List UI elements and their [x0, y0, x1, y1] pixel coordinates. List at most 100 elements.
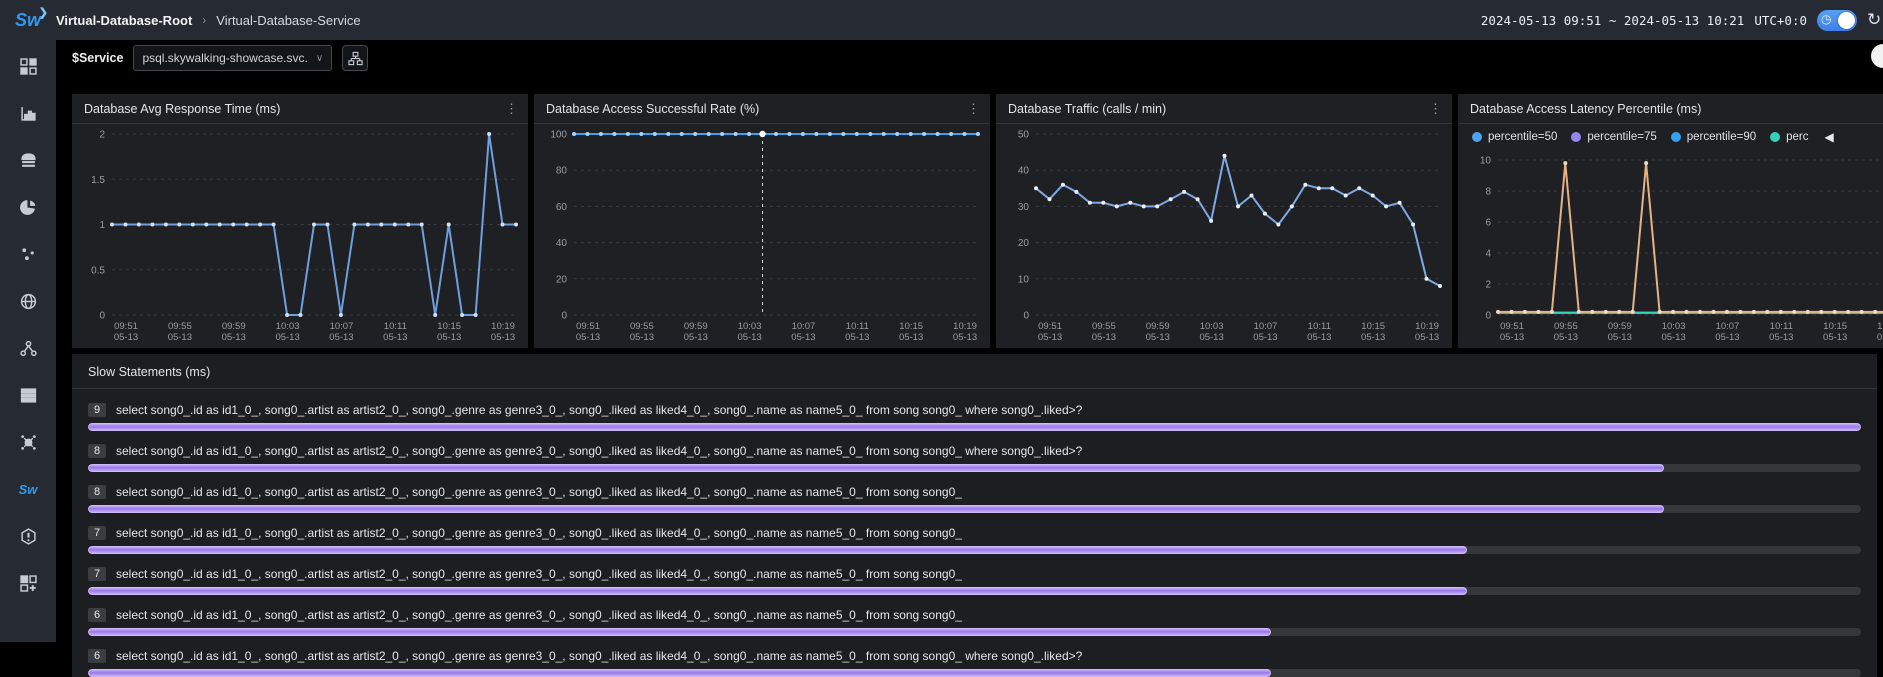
slow-statement-row[interactable]: 6select song0_.id as id1_0_, song0_.arti…	[88, 645, 1861, 677]
chart-avg-response-time[interactable]: 00.511.5209:5105-1309:5505-1309:5905-131…	[72, 124, 528, 347]
svg-text:10:15: 10:15	[437, 321, 461, 332]
sidebar-item-pie[interactable]	[18, 197, 38, 217]
duration-bar-track	[88, 464, 1861, 472]
sidebar-item-skywalking-active[interactable]: Sw	[18, 479, 38, 499]
sidebar-item-database[interactable]	[18, 150, 38, 170]
svg-text:10:19: 10:19	[1877, 321, 1883, 332]
svg-text:05-13: 05-13	[1554, 332, 1578, 343]
breadcrumb: Virtual-Database-Root › Virtual-Database…	[56, 13, 361, 28]
sidebar-item-sampling[interactable]	[18, 244, 38, 264]
skywalking-logo[interactable]: Sw❯	[0, 10, 56, 31]
chart-traffic[interactable]: 0102030405009:5105-1309:5505-1309:5905-1…	[996, 124, 1452, 347]
svg-text:10:11: 10:11	[1770, 321, 1793, 332]
svg-text:10:07: 10:07	[330, 321, 354, 332]
breadcrumb-root[interactable]: Virtual-Database-Root	[56, 13, 192, 28]
legend-item[interactable]: perc	[1770, 131, 1808, 143]
svg-text:05-13: 05-13	[1253, 332, 1277, 343]
svg-text:8: 8	[1485, 187, 1491, 198]
scatter-dots-icon	[20, 246, 37, 263]
legend-item[interactable]: percentile=75	[1571, 131, 1656, 143]
skywalking-icon: Sw	[19, 482, 38, 497]
duration-bar-track	[88, 587, 1861, 595]
chart-success-rate[interactable]: 02040608010009:5105-1309:5505-1309:5905-…	[534, 124, 990, 347]
svg-text:05-13: 05-13	[1199, 332, 1223, 343]
latency-legend: percentile=50 percentile=75 percentile=90 p…	[1458, 124, 1883, 150]
legend-item[interactable]: percentile=50	[1472, 131, 1557, 143]
database-icon	[20, 152, 37, 169]
time-range[interactable]: 2024-05-13 09:51 ~ 2024-05-13 10:21	[1481, 13, 1744, 28]
service-select[interactable]: psql.skywalking-showcase.svc. ∨	[133, 45, 332, 71]
duration-bar-track	[88, 546, 1861, 554]
panel-traffic: Database Traffic (calls / min) ⋮ 01020304…	[996, 94, 1452, 348]
duration-badge: 7	[88, 526, 106, 540]
sidebar-item-new-dashboard[interactable]	[18, 573, 38, 593]
floating-button[interactable]	[1871, 44, 1883, 68]
duration-badge: 6	[88, 608, 106, 622]
slow-statement-row[interactable]: 9select song0_.id as id1_0_, song0_.arti…	[88, 399, 1861, 431]
svg-text:0: 0	[99, 311, 105, 322]
svg-text:09:55: 09:55	[168, 321, 192, 332]
duration-bar-track	[88, 669, 1861, 677]
chart-latency-percentile[interactable]: 024681009:5105-1309:5505-1309:5905-1310:…	[1458, 150, 1883, 347]
breadcrumb-current: Virtual-Database-Service	[216, 13, 360, 28]
svg-text:05-13: 05-13	[1415, 332, 1439, 343]
slow-statement-row[interactable]: 8select song0_.id as id1_0_, song0_.arti…	[88, 440, 1861, 472]
sidebar-item-alarm[interactable]	[18, 526, 38, 546]
svg-text:05-13: 05-13	[791, 332, 815, 343]
svg-text:1: 1	[99, 220, 105, 231]
utc-toggle[interactable]: ◷	[1817, 10, 1857, 31]
panel-title: Database Access Successful Rate (%)	[546, 102, 759, 116]
mesh-network-icon	[20, 434, 37, 451]
svg-text:2: 2	[1485, 280, 1491, 291]
svg-text:10:15: 10:15	[1823, 321, 1847, 332]
legend-prev-icon[interactable]: ◀	[1825, 130, 1834, 144]
panel-title: Database Traffic (calls / min)	[1008, 102, 1166, 116]
sidebar-item-browser[interactable]	[18, 291, 38, 311]
svg-text:09:59: 09:59	[222, 321, 246, 332]
svg-text:10:11: 10:11	[1308, 321, 1331, 332]
svg-text:0.5: 0.5	[91, 265, 105, 276]
svg-text:05-13: 05-13	[222, 332, 246, 343]
slow-statements-panel: Slow Statements (ms) 9select song0_.id a…	[72, 354, 1877, 677]
svg-text:6: 6	[1485, 218, 1491, 229]
legend-dot-icon	[1770, 132, 1780, 142]
panel-avg-response-time: Database Avg Response Time (ms)⋮ 00.511.…	[72, 94, 528, 348]
duration-bar	[88, 587, 1467, 595]
svg-text:10:03: 10:03	[1200, 321, 1224, 332]
svg-text:1.5: 1.5	[91, 175, 105, 186]
chevron-right-icon: ›	[202, 13, 206, 27]
sidebar-item-metrics[interactable]	[18, 103, 38, 123]
sidebar-item-dashboard[interactable]	[18, 56, 38, 76]
svg-text:10:07: 10:07	[792, 321, 816, 332]
sidebar-item-mesh[interactable]	[18, 432, 38, 452]
svg-text:10:03: 10:03	[738, 321, 762, 332]
svg-text:05-13: 05-13	[845, 332, 869, 343]
service-topology-button[interactable]	[342, 45, 368, 71]
legend-item[interactable]: percentile=90	[1671, 131, 1756, 143]
svg-text:40: 40	[1018, 166, 1030, 177]
svg-text:05-13: 05-13	[1146, 332, 1170, 343]
svg-text:05-13: 05-13	[1307, 332, 1331, 343]
sidebar-item-topology[interactable]	[18, 338, 38, 358]
slow-statement-row[interactable]: 7 select song0_.id as id1_0_, song0_.arti…	[88, 522, 1861, 554]
slow-statement-row[interactable]: 6 select song0_.id as id1_0_, song0_.arti…	[88, 604, 1861, 636]
kebab-menu-icon[interactable]: ⋮	[967, 104, 980, 114]
slow-statement-row[interactable]: 7select song0_.id as id1_0_, song0_.arti…	[88, 563, 1861, 595]
slow-statements-title: Slow Statements (ms)	[72, 354, 1877, 389]
alarm-icon	[20, 528, 37, 545]
sql-statement-text: select song0_.id as id1_0_, song0_.artis…	[116, 526, 962, 540]
refresh-icon[interactable]: ↻	[1867, 9, 1883, 31]
sidebar-item-services[interactable]	[18, 385, 38, 405]
svg-text:100: 100	[550, 130, 567, 141]
sql-statement-text: select song0_.id as id1_0_, song0_.artis…	[116, 485, 962, 499]
sql-statement-text: select song0_.id as id1_0_, song0_.artis…	[116, 608, 962, 622]
slow-statement-row[interactable]: 8select song0_.id as id1_0_, song0_.arti…	[88, 481, 1861, 513]
sql-statement-text: select song0_.id as id1_0_, song0_.artis…	[116, 649, 1082, 663]
svg-text:05-13: 05-13	[1092, 332, 1116, 343]
globe-icon	[20, 293, 37, 310]
bar-chart-icon	[20, 105, 37, 122]
charts-row: Database Avg Response Time (ms)⋮ 00.511.…	[72, 94, 1883, 348]
kebab-menu-icon[interactable]: ⋮	[505, 104, 518, 114]
legend-dot-icon	[1671, 132, 1681, 142]
kebab-menu-icon[interactable]: ⋮	[1429, 104, 1442, 114]
